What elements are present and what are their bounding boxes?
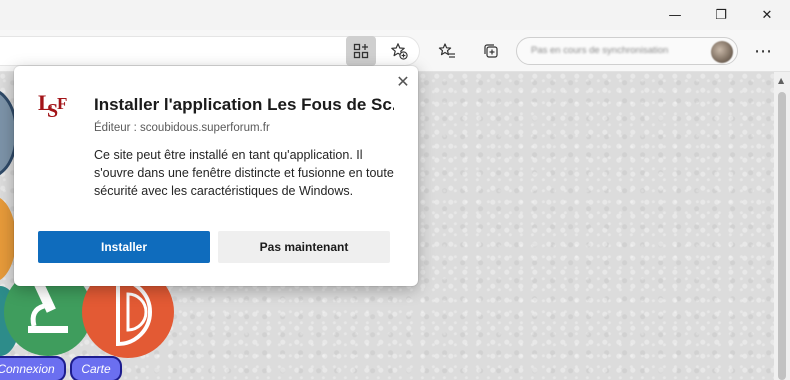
maximize-button[interactable]: ❐: [698, 0, 744, 30]
more-options-button[interactable]: ⋯: [748, 36, 778, 66]
page-scrollbar[interactable]: ▲: [774, 72, 790, 380]
close-icon: ✕: [396, 71, 410, 91]
minimize-button[interactable]: —: [652, 0, 698, 30]
app-available-button[interactable]: [346, 36, 376, 66]
dialog-close-button[interactable]: ✕: [394, 71, 412, 91]
favorites-button[interactable]: [432, 36, 462, 66]
install-button[interactable]: Installer: [38, 231, 210, 263]
profile-sync-button[interactable]: Pas en cours de synchronisation: [516, 37, 738, 65]
logo-letter-f: F: [57, 94, 68, 113]
scrollbar-thumb[interactable]: [778, 92, 786, 380]
title-bar: — ❐ ✕: [0, 0, 790, 30]
scroll-up-arrow-icon[interactable]: ▲: [778, 76, 784, 85]
install-app-dialog: ✕ L S F Installer l'application Les Fous…: [14, 66, 418, 286]
dialog-publisher: Éditeur : scoubidous.superforum.fr: [94, 122, 270, 134]
app-logo: L S F: [38, 90, 72, 124]
not-now-button[interactable]: Pas maintenant: [218, 231, 390, 263]
sync-status-text: Pas en cours de synchronisation: [531, 45, 669, 56]
app-available-icon: [353, 43, 369, 59]
carte-link[interactable]: Carte: [70, 356, 122, 380]
dialog-title: Installer l'application Les Fous de Sc..…: [94, 95, 394, 114]
dialog-description: Ce site peut être installé en tant qu'ap…: [94, 148, 394, 198]
collections-icon: [484, 44, 498, 58]
more-options-icon: ⋯: [754, 40, 772, 62]
close-window-button[interactable]: ✕: [744, 0, 790, 30]
connexion-link[interactable]: Connexion: [0, 356, 66, 380]
collections-button[interactable]: [476, 36, 506, 66]
add-favorite-icon: [391, 43, 408, 60]
favorites-icon: [438, 43, 455, 58]
add-favorite-button[interactable]: [384, 36, 414, 66]
profile-avatar: [711, 41, 733, 63]
